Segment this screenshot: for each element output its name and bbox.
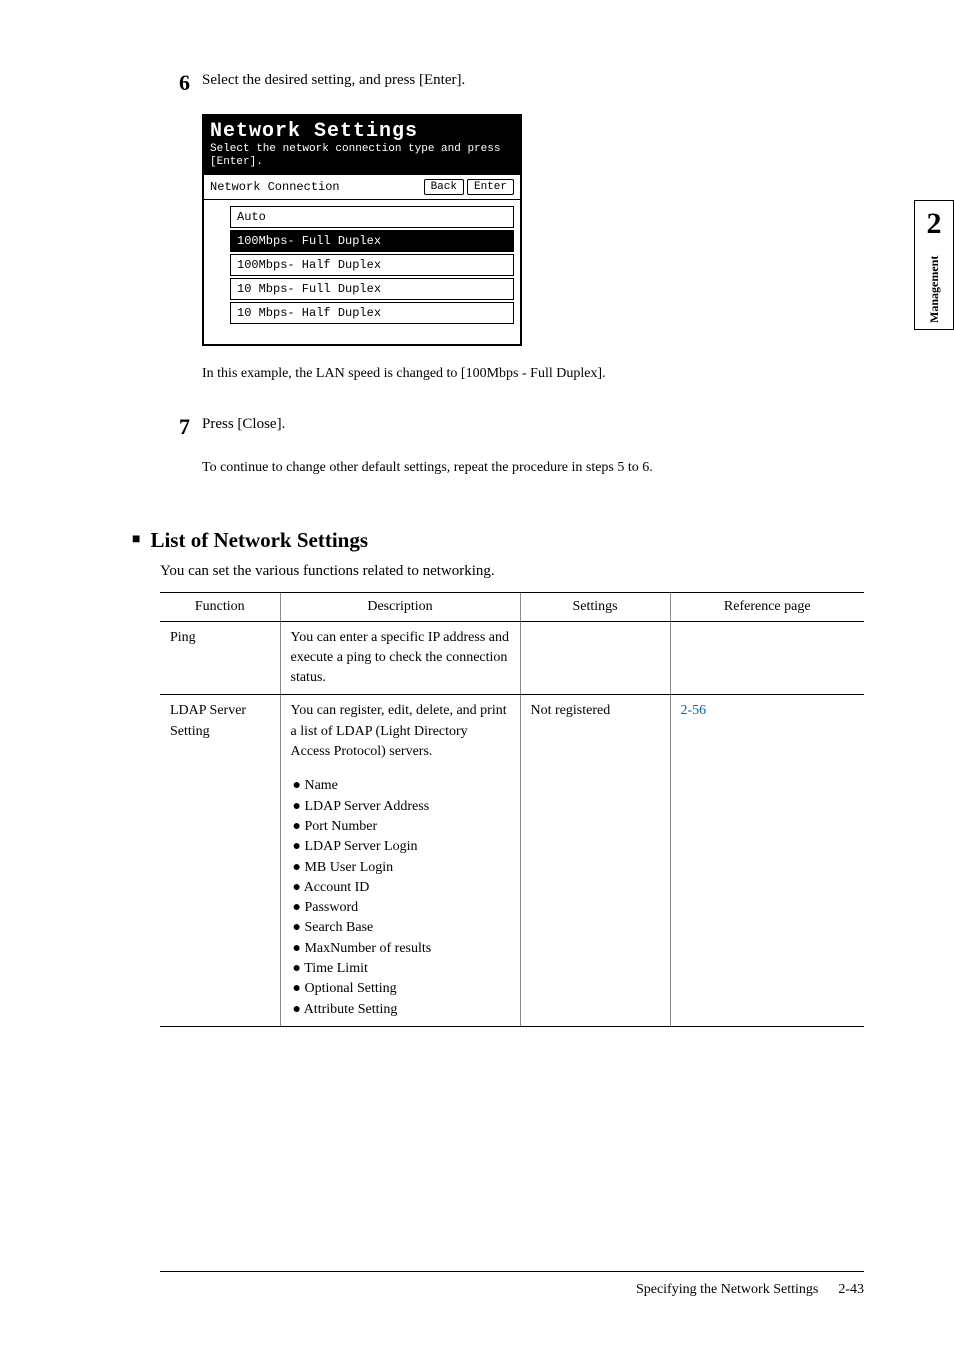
section-intro: You can set the various functions relate… [160,563,864,580]
list-item: ● Port Number [291,817,510,837]
section-title: List of Network Settings [150,528,368,553]
screenshot-controls: Network Connection Back Enter [204,175,520,200]
chapter-tab: 2 Management [914,200,954,330]
network-settings-table: Function Description Settings Reference … [160,592,864,1027]
footer-title: Specifying the Network Settings [636,1282,818,1298]
cell-reference: 2-56 [670,695,864,1026]
footer-page: 2-43 [838,1282,864,1298]
table-header-row: Function Description Settings Reference … [160,592,864,621]
list-item: ● LDAP Server Address [291,797,510,817]
step-number: 6 [160,70,190,96]
page-footer: Specifying the Network Settings 2-43 [160,1271,864,1298]
connection-label: Network Connection [210,180,340,194]
list-item: ● Name [291,776,510,796]
page-content: 2 Management 6 Select the desired settin… [0,0,954,1348]
option-auto[interactable]: Auto [230,206,514,228]
list-item: ● Account ID [291,878,510,898]
bullet-list: ● Name ● LDAP Server Address ● Port Numb… [291,776,510,1020]
screenshot-header: Network Settings Select the network conn… [204,116,520,175]
options-list: Auto 100Mbps- Full Duplex 100Mbps- Half … [204,200,520,344]
step-7: 7 Press [Close]. [160,414,864,440]
chapter-label: Management [927,249,942,329]
table-row: Ping You can enter a specific IP address… [160,621,864,695]
list-item: ● Time Limit [291,959,510,979]
option-100-full[interactable]: 100Mbps- Full Duplex [230,230,514,252]
list-item: ● MB User Login [291,858,510,878]
step-7-note: To continue to change other default sett… [202,458,864,478]
step-number: 7 [160,414,190,440]
step-text: Select the desired setting, and press [E… [202,70,864,96]
screenshot-subtitle: Select the network connection type and p… [210,143,514,169]
list-item: ● Search Base [291,918,510,938]
list-item: ● LDAP Server Login [291,837,510,857]
chapter-number: 2 [915,201,953,241]
step-6-note: In this example, the LAN speed is change… [202,364,864,384]
cell-settings: Not registered [520,695,670,1026]
cell-description: You can enter a specific IP address and … [280,621,520,695]
enter-button[interactable]: Enter [467,179,514,195]
list-item: ● Password [291,898,510,918]
cell-settings [520,621,670,695]
col-settings: Settings [520,592,670,621]
bullet-icon: ■ [132,532,140,548]
option-10-full[interactable]: 10 Mbps- Full Duplex [230,278,514,300]
col-description: Description [280,592,520,621]
col-function: Function [160,592,280,621]
reference-link[interactable]: 2-56 [681,703,707,718]
cell-function: LDAP Server Setting [160,695,280,1026]
cell-function: Ping [160,621,280,695]
screenshot-title: Network Settings [210,120,514,143]
list-item: ● Attribute Setting [291,1000,510,1020]
back-button[interactable]: Back [424,179,464,195]
section-heading: ■ List of Network Settings [132,528,864,553]
option-100-half[interactable]: 100Mbps- Half Duplex [230,254,514,276]
table-row: LDAP Server Setting You can register, ed… [160,695,864,1026]
description-main: You can register, edit, delete, and prin… [291,703,507,759]
network-settings-screenshot: Network Settings Select the network conn… [202,114,522,346]
list-item: ● MaxNumber of results [291,939,510,959]
step-text: Press [Close]. [202,414,864,440]
button-group: Back Enter [424,179,514,195]
option-10-half[interactable]: 10 Mbps- Half Duplex [230,302,514,324]
cell-description: You can register, edit, delete, and prin… [280,695,520,1026]
list-item: ● Optional Setting [291,979,510,999]
step-6: 6 Select the desired setting, and press … [160,70,864,96]
cell-reference [670,621,864,695]
col-reference: Reference page [670,592,864,621]
